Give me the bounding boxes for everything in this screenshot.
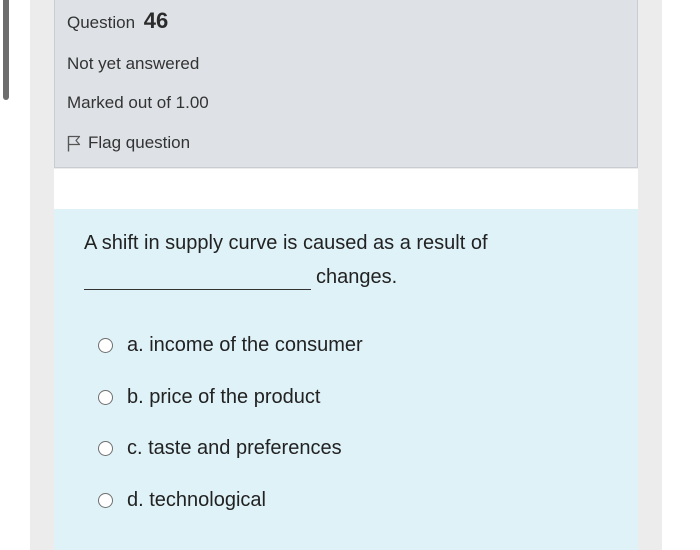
page: Question 46 Not yet answered Marked out … bbox=[0, 0, 700, 550]
radio-button-d[interactable] bbox=[98, 493, 113, 508]
answer-option-d-label: d. technological bbox=[127, 489, 266, 511]
radio-button-c[interactable] bbox=[98, 441, 113, 456]
flag-question-link[interactable]: Flag question bbox=[67, 133, 190, 153]
flag-outline-icon bbox=[67, 135, 81, 151]
question-grade: Marked out of 1.00 bbox=[67, 93, 209, 112]
answer-option-c-label: c. taste and preferences bbox=[127, 437, 342, 459]
radio-button-a[interactable] bbox=[98, 338, 113, 353]
question-info-panel: Question 46 Not yet answered Marked out … bbox=[54, 0, 638, 168]
question-header: Question 46 bbox=[67, 8, 168, 34]
question-text-line1: A shift in supply curve is caused as a r… bbox=[84, 232, 488, 254]
question-label: Question bbox=[67, 13, 136, 32]
panel-divider bbox=[54, 169, 638, 209]
answer-option-a[interactable]: a. income of the consumer bbox=[98, 334, 363, 357]
scroll-indicator[interactable] bbox=[3, 0, 9, 100]
question-text-line2: changes. bbox=[316, 266, 398, 288]
fill-in-blank bbox=[84, 289, 311, 290]
flag-question-label: Flag question bbox=[88, 133, 191, 152]
answer-option-c[interactable]: c. taste and preferences bbox=[98, 437, 342, 460]
question-content-panel: A shift in supply curve is caused as a r… bbox=[54, 209, 638, 550]
answer-option-a-label: a. income of the consumer bbox=[127, 334, 363, 356]
question-number: 46 bbox=[143, 8, 169, 33]
answer-option-b[interactable]: b. price of the product bbox=[98, 386, 320, 409]
question-state: Not yet answered bbox=[67, 54, 200, 73]
answer-option-b-label: b. price of the product bbox=[127, 386, 321, 408]
answer-option-d[interactable]: d. technological bbox=[98, 489, 266, 512]
radio-button-b[interactable] bbox=[98, 390, 113, 405]
